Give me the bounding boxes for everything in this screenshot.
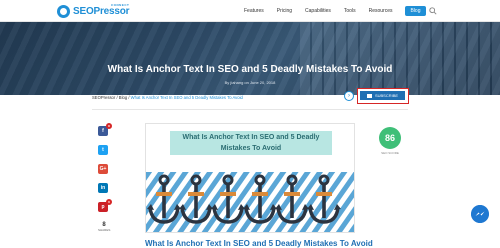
linkedin-share-button[interactable]: in (98, 183, 108, 193)
logo-text: SEOPressor CONNECT (73, 2, 130, 17)
top-navbar: SEOPressor CONNECT Features Pricing Capa… (0, 0, 500, 22)
nav-pricing[interactable]: Pricing (277, 8, 292, 14)
featured-image: What Is Anchor Text In SEO and 5 Deadly … (145, 123, 355, 233)
logo-mark-icon (57, 4, 70, 18)
post-byline: By jiahang on June 20, 2018 (224, 80, 276, 85)
subscribe-highlight: SUBSCRIBE (357, 88, 409, 104)
breadcrumb-blog[interactable]: Blog (119, 95, 127, 100)
twitter-icon: t (102, 147, 104, 153)
nav-blog[interactable]: Blog (405, 6, 426, 16)
next-arrow-icon[interactable]: › (344, 91, 354, 101)
breadcrumb-bar: SEOPressor / Blog / What Is Anchor Text … (92, 88, 409, 104)
google-plus-share-button[interactable]: G+ (98, 164, 108, 174)
nav-features[interactable]: Features (244, 8, 264, 14)
share-total: 8 SHARES (98, 222, 110, 232)
pinterest-icon: p (101, 204, 105, 210)
seo-score-label: SEO SCORE (381, 151, 399, 155)
breadcrumb-home[interactable]: SEOPressor (92, 95, 115, 100)
subscribe-label: SUBSCRIBE (374, 93, 399, 98)
share-total-label: SHARES (98, 228, 111, 232)
anchor-illustration (146, 172, 354, 232)
social-share-bar: f 8 t G+ in p 0 (98, 123, 112, 221)
subscribe-button[interactable]: SUBSCRIBE (360, 91, 405, 100)
pinterest-share-button[interactable]: p 0 (98, 199, 112, 212)
site-logo[interactable]: SEOPressor CONNECT (57, 2, 130, 19)
featured-image-title: What Is Anchor Text In SEO and 5 Deadly … (170, 131, 332, 155)
search-icon[interactable] (429, 7, 437, 15)
nav-capabilities[interactable]: Capabilities (305, 8, 331, 14)
share-count: 8 (106, 123, 112, 129)
page-title: What Is Anchor Text In SEO and 5 Deadly … (107, 64, 393, 75)
facebook-icon: f (102, 128, 104, 134)
breadcrumb: SEOPressor / Blog / What Is Anchor Text … (92, 95, 243, 100)
facebook-share-button[interactable]: f 8 (98, 123, 112, 136)
breadcrumb-current: What Is Anchor Text In SEO and 5 Deadly … (130, 95, 243, 100)
linkedin-icon: in (100, 185, 106, 191)
main-nav: Features Pricing Capabilities Tools Reso… (244, 0, 434, 22)
nav-tools[interactable]: Tools (344, 8, 356, 14)
logo-tagline: CONNECT (111, 2, 130, 7)
nav-resources[interactable]: Resources (369, 8, 393, 14)
twitter-share-button[interactable]: t (98, 145, 108, 155)
share-count: 0 (106, 199, 112, 205)
google-plus-icon: G+ (99, 166, 107, 172)
divider (92, 109, 408, 110)
envelope-icon (366, 93, 372, 98)
hero-banner: What Is Anchor Text In SEO and 5 Deadly … (0, 22, 500, 95)
messenger-chat-icon[interactable] (471, 205, 489, 223)
seo-score-badge: 86 (379, 127, 401, 149)
